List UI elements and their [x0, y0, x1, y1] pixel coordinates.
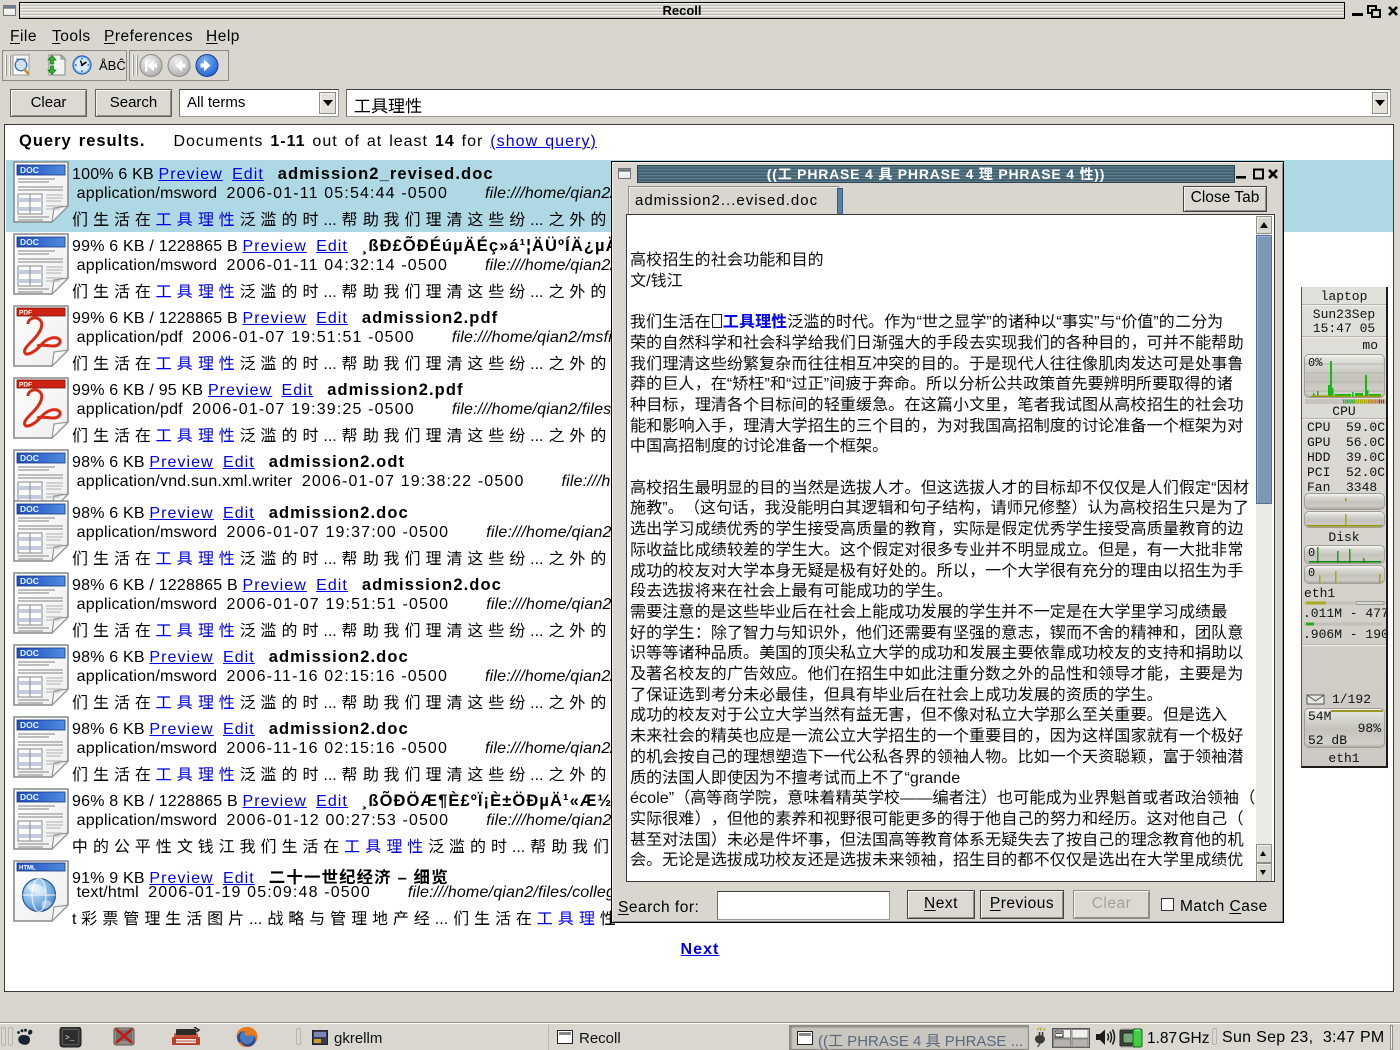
svg-text:ÅBĈ: ÅBĈ: [99, 58, 126, 73]
svg-text:>_: >_: [65, 1034, 75, 1043]
